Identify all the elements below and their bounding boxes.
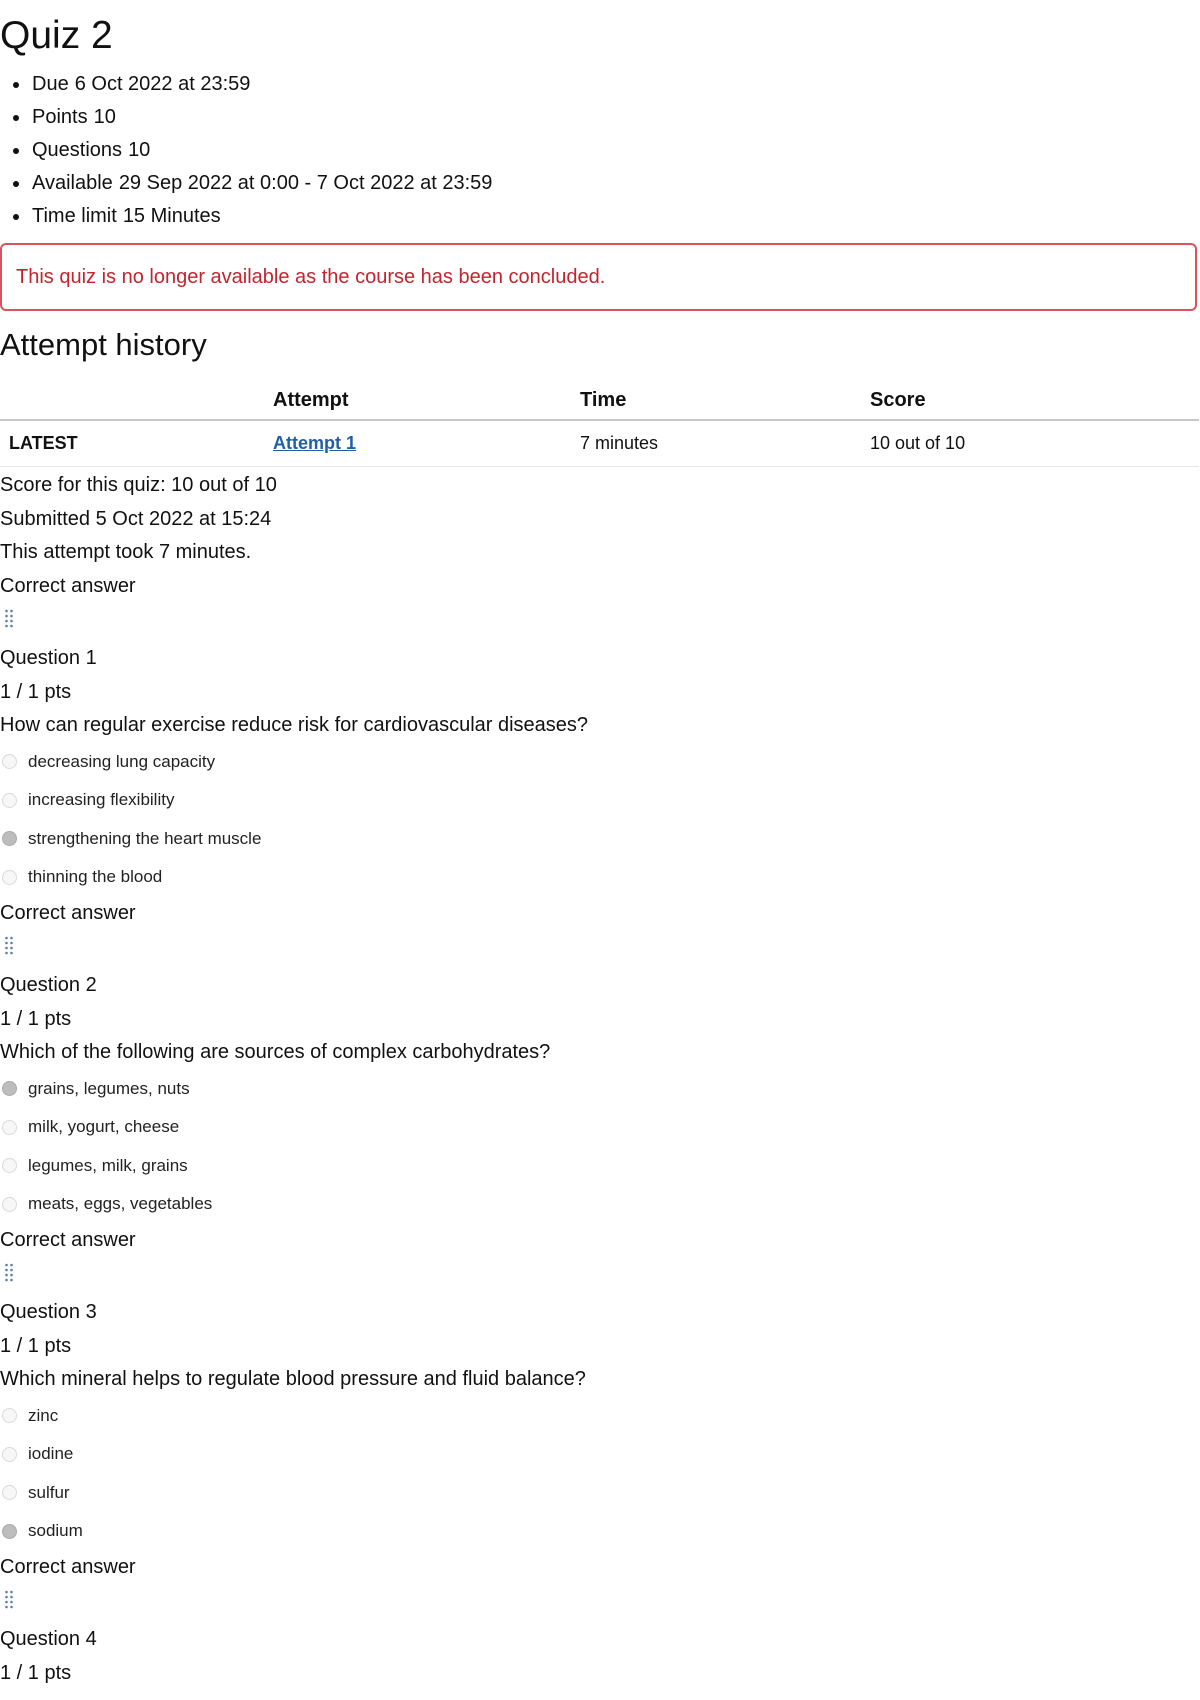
answer-option: meats, eggs, vegetables	[0, 1185, 1200, 1224]
attempt-score: 10 out of 10	[870, 420, 1199, 467]
answer-label: sodium	[28, 1521, 83, 1541]
quiz-score-text: Score for this quiz: 10 out of 10	[0, 474, 277, 496]
question-1: Correct answer Question 1 1 / 1 pts How …	[0, 570, 1200, 897]
answer-option: strengthening the heart muscle	[0, 820, 1200, 859]
detail-time-limit: Time limit 15 Minutes	[10, 200, 1200, 233]
duration-text: This attempt took 7 minutes.	[0, 541, 252, 563]
answer-option: zinc	[0, 1397, 1200, 1436]
answer-status: Correct answer	[0, 1555, 136, 1578]
radio-button[interactable]	[2, 1119, 17, 1135]
submitted-text: Submitted 5 Oct 2022 at 15:24	[0, 507, 272, 530]
answer-label: legumes, milk, grains	[28, 1155, 188, 1175]
question-2: Correct answer Question 2 1 / 1 pts Whic…	[0, 897, 1200, 1224]
radio-button-selected[interactable]	[2, 1081, 17, 1097]
radio-button[interactable]	[2, 1485, 17, 1501]
question-title: Question 1	[0, 647, 97, 669]
answer-option: thinning the blood	[0, 858, 1200, 897]
drag-handle-icon[interactable]	[0, 1263, 1200, 1296]
detail-questions: Questions 10	[10, 134, 1200, 167]
quiz-details: Due 6 Oct 2022 at 23:59 Points 10 Question…	[0, 68, 1200, 233]
radio-button[interactable]	[2, 1196, 17, 1212]
quiz-page: Quiz 2 Due 6 Oct 2022 at 23:59 Points 10 Q…	[0, 0, 1200, 1690]
question-title: Question 2	[0, 974, 97, 996]
drag-handle-icon[interactable]	[0, 936, 1200, 969]
detail-due: Due 6 Oct 2022 at 23:59	[10, 68, 1200, 101]
quiz-unavailable-alert: This quiz is no longer available as the …	[0, 243, 1197, 311]
radio-button[interactable]	[2, 1446, 17, 1462]
answer-option: legumes, milk, grains	[0, 1147, 1200, 1186]
column-header-attempt: Attempt	[273, 381, 580, 421]
table-row: LATEST Attempt 1 7 minutes 10 out of 10	[0, 420, 1199, 467]
detail-label: Points	[32, 106, 88, 128]
answer-label: iodine	[28, 1444, 74, 1464]
detail-label: Time limit	[32, 205, 117, 227]
attempt-summary: Score for this quiz: 10 out of 10 Submit…	[0, 469, 1200, 570]
answer-option: sodium	[0, 1512, 1200, 1551]
answer-label: increasing flexibility	[28, 790, 175, 810]
detail-value: 6 Oct 2022 at 23:59	[74, 73, 251, 95]
table-header-row: Attempt Time Score	[0, 381, 1199, 421]
question-title: Question 3	[0, 1301, 97, 1323]
answer-label: zinc	[28, 1405, 59, 1425]
page-title: Quiz 2	[0, 14, 113, 57]
attempt-history-table: Attempt Time Score LATEST Attempt 1 7 mi…	[0, 381, 1199, 467]
answer-label: meats, eggs, vegetables	[28, 1194, 213, 1214]
question-text: Which mineral helps to regulate blood pr…	[0, 1368, 586, 1390]
answer-option: sulfur	[0, 1474, 1200, 1513]
question-points: 1 / 1 pts	[0, 680, 72, 703]
answer-label: grains, legumes, nuts	[28, 1078, 190, 1098]
detail-value: 29 Sep 2022 at 0:00 - 7 Oct 2022 at 23:5…	[118, 172, 493, 194]
column-header-tag	[0, 381, 273, 421]
answer-option: decreasing lung capacity	[0, 743, 1200, 782]
answer-label: sulfur	[28, 1482, 70, 1502]
answer-status: Correct answer	[0, 1228, 136, 1251]
detail-available: Available 29 Sep 2022 at 0:00 - 7 Oct 202…	[10, 167, 1200, 200]
question-text: Which of the following are sources of co…	[0, 1041, 551, 1063]
answer-label: strengthening the heart muscle	[28, 828, 262, 848]
radio-button[interactable]	[2, 869, 17, 885]
answer-option: grains, legumes, nuts	[0, 1070, 1200, 1109]
answer-option: iodine	[0, 1435, 1200, 1474]
answer-option: milk, yogurt, cheese	[0, 1108, 1200, 1147]
radio-button[interactable]	[2, 754, 17, 770]
detail-label: Due	[32, 73, 69, 95]
answer-label: decreasing lung capacity	[28, 751, 216, 771]
answer-option: increasing flexibility	[0, 781, 1200, 820]
drag-handle-icon[interactable]	[0, 1590, 1200, 1623]
detail-value: 15 Minutes	[122, 205, 221, 227]
question-points: 1 / 1 pts	[0, 1661, 72, 1684]
detail-value: 10	[93, 106, 116, 128]
radio-button-selected[interactable]	[2, 1523, 17, 1539]
answer-status: Correct answer	[0, 901, 136, 924]
column-header-time: Time	[580, 381, 870, 421]
latest-badge: LATEST	[9, 433, 78, 453]
detail-value: 10	[128, 139, 151, 161]
column-header-score: Score	[870, 381, 1199, 421]
attempt-link[interactable]: Attempt 1	[273, 433, 356, 453]
detail-label: Available	[32, 172, 113, 194]
question-points: 1 / 1 pts	[0, 1007, 72, 1030]
radio-button[interactable]	[2, 1408, 17, 1424]
detail-label: Questions	[32, 139, 123, 161]
question-points: 1 / 1 pts	[0, 1334, 72, 1357]
radio-button[interactable]	[2, 1158, 17, 1174]
attempt-time: 7 minutes	[580, 420, 870, 467]
detail-points: Points 10	[10, 101, 1200, 134]
question-3: Correct answer Question 3 1 / 1 pts Whic…	[0, 1224, 1200, 1551]
radio-button-selected[interactable]	[2, 831, 17, 847]
question-title: Question 4	[0, 1628, 97, 1650]
drag-handle-icon[interactable]	[0, 609, 1200, 642]
answer-label: thinning the blood	[28, 867, 163, 887]
answer-status: Correct answer	[0, 574, 136, 597]
attempt-history-title: Attempt history	[0, 327, 207, 362]
answer-label: milk, yogurt, cheese	[28, 1117, 180, 1137]
radio-button[interactable]	[2, 792, 17, 808]
question-text: How can regular exercise reduce risk for…	[0, 714, 589, 736]
question-4: Correct answer Question 4 1 / 1 pts	[0, 1551, 1200, 1691]
